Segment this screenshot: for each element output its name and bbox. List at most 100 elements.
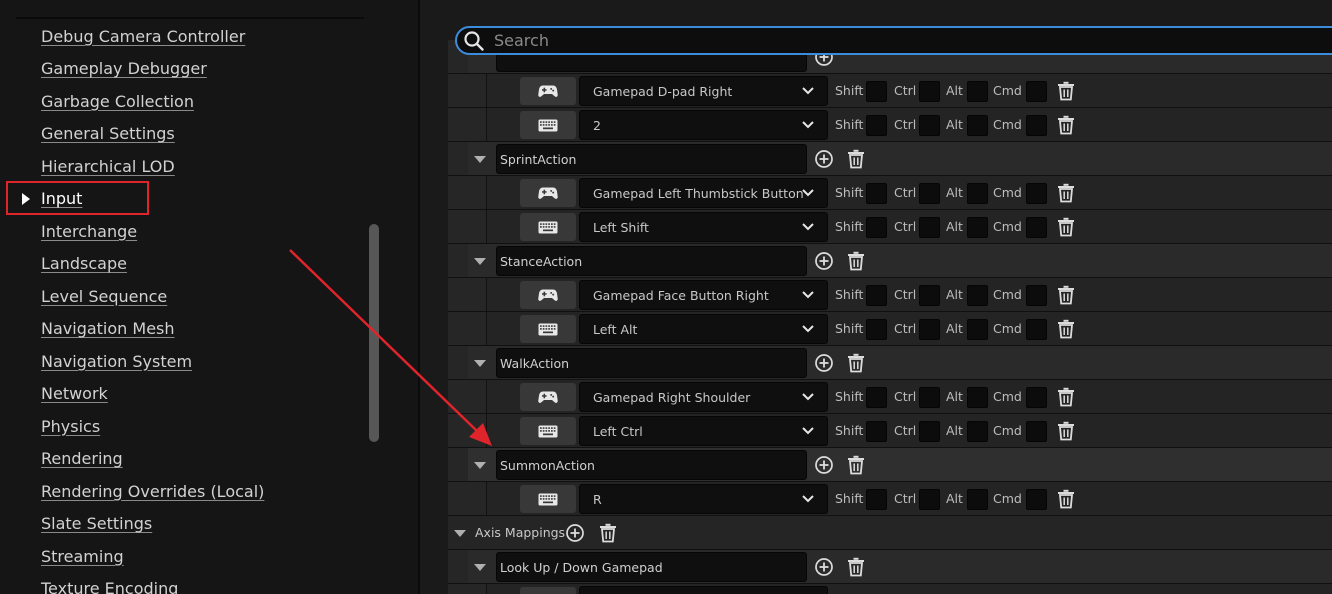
shift-checkbox[interactable]: [866, 318, 887, 340]
trash-icon[interactable]: [1057, 285, 1075, 305]
settings-item-general-settings[interactable]: General Settings: [0, 118, 400, 151]
action-name-field[interactable]: StanceAction: [496, 246, 807, 276]
trash-icon[interactable]: [599, 523, 617, 543]
alt-checkbox[interactable]: [967, 182, 988, 204]
collapse-arrow-icon[interactable]: [474, 258, 486, 265]
ctrl-checkbox[interactable]: [919, 488, 940, 510]
shift-checkbox[interactable]: [866, 386, 887, 408]
settings-item-physics[interactable]: Physics: [0, 410, 400, 443]
keyboard-key-selector[interactable]: [520, 485, 576, 513]
gamepad-key-selector[interactable]: [520, 179, 576, 207]
settings-item-navigation-mesh[interactable]: Navigation Mesh: [0, 313, 400, 346]
cmd-checkbox[interactable]: [1026, 386, 1047, 408]
settings-item-interchange[interactable]: Interchange: [0, 215, 400, 248]
ctrl-checkbox[interactable]: [919, 182, 940, 204]
settings-item-level-sequence[interactable]: Level Sequence: [0, 280, 400, 313]
trash-icon[interactable]: [847, 455, 865, 475]
key-dropdown[interactable]: Left Ctrl: [579, 416, 828, 446]
trash-icon[interactable]: [1057, 387, 1075, 407]
action-name-field[interactable]: SprintAction: [496, 144, 807, 174]
alt-checkbox[interactable]: [967, 114, 988, 136]
add-icon[interactable]: [814, 353, 834, 373]
gamepad-key-selector[interactable]: [520, 587, 576, 594]
shift-checkbox[interactable]: [866, 284, 887, 306]
gamepad-key-selector[interactable]: [520, 77, 576, 105]
action-name-field[interactable]: WalkAction: [496, 348, 807, 378]
add-icon[interactable]: [814, 149, 834, 169]
alt-checkbox[interactable]: [967, 284, 988, 306]
settings-item-hierarchical-lod[interactable]: Hierarchical LOD: [0, 150, 400, 183]
add-icon[interactable]: [565, 523, 585, 543]
cmd-checkbox[interactable]: [1026, 182, 1047, 204]
key-dropdown[interactable]: Gamepad D-pad Right: [579, 76, 828, 106]
keyboard-key-selector[interactable]: [520, 315, 576, 343]
collapse-arrow-icon[interactable]: [474, 360, 486, 367]
add-icon[interactable]: [814, 455, 834, 475]
key-dropdown[interactable]: Gamepad Right Shoulder: [579, 382, 828, 412]
alt-checkbox[interactable]: [967, 420, 988, 442]
trash-icon[interactable]: [1057, 183, 1075, 203]
gamepad-key-selector[interactable]: [520, 383, 576, 411]
cmd-checkbox[interactable]: [1026, 488, 1047, 510]
key-dropdown[interactable]: Left Alt: [579, 314, 828, 344]
settings-item-rendering-overrides-local[interactable]: Rendering Overrides (Local): [0, 475, 400, 508]
settings-item-landscape[interactable]: Landscape: [0, 248, 400, 281]
expand-arrow-icon[interactable]: [22, 192, 30, 205]
trash-icon[interactable]: [847, 149, 865, 169]
sidebar-scrollbar[interactable]: [369, 224, 379, 442]
settings-item-texture-encoding[interactable]: Texture Encoding: [0, 573, 400, 594]
keyboard-key-selector[interactable]: [520, 111, 576, 139]
key-dropdown[interactable]: Gamepad Face Button Right: [579, 280, 828, 310]
cmd-checkbox[interactable]: [1026, 420, 1047, 442]
key-dropdown[interactable]: [579, 586, 828, 594]
alt-checkbox[interactable]: [967, 80, 988, 102]
ctrl-checkbox[interactable]: [919, 216, 940, 238]
alt-checkbox[interactable]: [967, 386, 988, 408]
ctrl-checkbox[interactable]: [919, 80, 940, 102]
settings-item-debug-camera-controller[interactable]: Debug Camera Controller: [0, 20, 400, 53]
shift-checkbox[interactable]: [866, 182, 887, 204]
trash-icon[interactable]: [1057, 115, 1075, 135]
collapse-arrow-icon[interactable]: [474, 462, 486, 469]
action-name-field[interactable]: SummonAction: [496, 450, 807, 480]
cmd-checkbox[interactable]: [1026, 216, 1047, 238]
cmd-checkbox[interactable]: [1026, 114, 1047, 136]
trash-icon[interactable]: [1057, 319, 1075, 339]
alt-checkbox[interactable]: [967, 318, 988, 340]
alt-checkbox[interactable]: [967, 488, 988, 510]
trash-icon[interactable]: [847, 557, 865, 577]
key-dropdown[interactable]: R: [579, 484, 828, 514]
gamepad-key-selector[interactable]: [520, 281, 576, 309]
settings-item-input[interactable]: Input: [0, 183, 400, 216]
key-dropdown[interactable]: Left Shift: [579, 212, 828, 242]
ctrl-checkbox[interactable]: [919, 114, 940, 136]
settings-item-garbage-collection[interactable]: Garbage Collection: [0, 85, 400, 118]
ctrl-checkbox[interactable]: [919, 284, 940, 306]
trash-icon[interactable]: [1057, 421, 1075, 441]
settings-item-network[interactable]: Network: [0, 378, 400, 411]
trash-icon[interactable]: [847, 251, 865, 271]
key-dropdown[interactable]: Gamepad Left Thumbstick Button: [579, 178, 828, 208]
trash-icon[interactable]: [847, 353, 865, 373]
ctrl-checkbox[interactable]: [919, 318, 940, 340]
trash-icon[interactable]: [1057, 217, 1075, 237]
search-bar[interactable]: [455, 26, 1332, 55]
trash-icon[interactable]: [1057, 81, 1075, 101]
add-icon[interactable]: [814, 251, 834, 271]
keyboard-key-selector[interactable]: [520, 417, 576, 445]
add-icon[interactable]: [814, 557, 834, 577]
shift-checkbox[interactable]: [866, 488, 887, 510]
shift-checkbox[interactable]: [866, 420, 887, 442]
settings-item-navigation-system[interactable]: Navigation System: [0, 345, 400, 378]
search-input[interactable]: [494, 31, 1194, 50]
shift-checkbox[interactable]: [866, 114, 887, 136]
collapse-arrow-icon[interactable]: [474, 156, 486, 163]
alt-checkbox[interactable]: [967, 216, 988, 238]
cmd-checkbox[interactable]: [1026, 318, 1047, 340]
shift-checkbox[interactable]: [866, 216, 887, 238]
trash-icon[interactable]: [1057, 489, 1075, 509]
ctrl-checkbox[interactable]: [919, 386, 940, 408]
settings-item-rendering[interactable]: Rendering: [0, 443, 400, 476]
shift-checkbox[interactable]: [866, 80, 887, 102]
settings-item-slate-settings[interactable]: Slate Settings: [0, 508, 400, 541]
